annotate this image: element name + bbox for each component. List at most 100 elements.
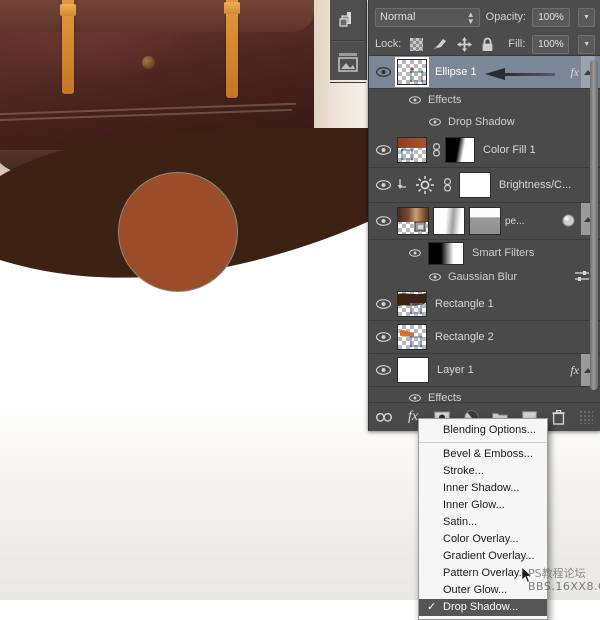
opacity-value: 100% [538,11,564,23]
menu-item-stroke[interactable]: Stroke... [419,463,547,480]
layer-thumbnail[interactable] [397,137,427,163]
layer-name[interactable]: Color Fill 1 [483,144,536,156]
lock-all-icon[interactable] [481,37,494,52]
layer-fx-badge[interactable]: fx [570,363,579,378]
layer-mask-thumbnail[interactable] [459,172,491,198]
layer-effects-group-layer-1[interactable]: Effects [369,387,600,402]
layer-mask-thumbnail[interactable] [433,207,465,235]
annotation-arrow [485,68,555,81]
small-shape-thumb-icon [400,330,423,348]
sphere-icon [562,214,575,227]
menu-item-gradient-overlay[interactable]: Gradient Overlay... [419,548,547,565]
menu-item-bevel-emboss[interactable]: Bevel & Emboss... [419,446,547,463]
menu-item-inner-shadow[interactable]: Inner Shadow... [419,480,547,497]
layer-thumbnail[interactable] [397,357,429,383]
wave-shape-thumb-icon [398,293,426,315]
folder-image-icon [338,53,358,72]
eye-icon [375,216,391,226]
backpack-buckle-left [60,4,76,16]
eye-icon [429,273,441,281]
layer-thumbnail[interactable] [397,324,427,350]
blend-mode-value: Normal [380,11,416,23]
menu-item-satin[interactable]: Satin... [419,514,547,531]
layer-row-rectangle-2[interactable]: Rectangle 2 [369,321,600,354]
layer-mask-link-icon[interactable] [441,177,453,193]
layer-name[interactable]: Rectangle 1 [435,298,494,310]
menu-item-label: Drop Shadow... [419,599,547,616]
layer-visibility-toggle[interactable] [369,56,397,88]
layer-style-sphere-icon[interactable] [562,214,575,232]
eye-icon [375,180,391,190]
layer-fx-badge[interactable]: fx [570,65,579,80]
layer-visibility-toggle[interactable] [369,288,397,320]
sliders-icon [575,271,589,281]
lock-transparent-pixels-icon[interactable] [410,37,424,51]
opacity-input[interactable]: 100% [532,7,570,27]
delete-layer-button[interactable] [550,409,566,425]
menu-item-drop-shadow[interactable]: Drop Shadow... ✓ [419,599,547,616]
layer-row-brightness-contrast[interactable]: Brightness/C... [369,168,600,203]
effect-visibility-toggle[interactable] [427,118,443,126]
smart-filters-label: Smart Filters [472,247,535,259]
dock-panel-folder[interactable] [330,41,366,83]
blend-mode-select[interactable]: Normal ▲ ▼ [375,7,480,27]
layer-name[interactable]: Rectangle 2 [435,331,494,343]
layer-visibility-toggle[interactable] [369,134,397,166]
dock-panel-history[interactable] [330,0,366,41]
lock-position-icon[interactable] [457,36,473,52]
smart-filters-visibility-toggle[interactable] [407,249,423,257]
link-layers-button[interactable] [376,409,392,425]
layer-visibility-toggle[interactable] [369,169,397,201]
layer-name[interactable]: Ellipse 1 [435,66,477,78]
layer-style-context-menu[interactable]: Blending Options... Bevel & Emboss... St… [418,418,548,620]
layers-scrollbar[interactable] [589,58,599,402]
filter-blending-options-icon[interactable] [575,270,589,285]
layer-effect-drop-shadow[interactable]: Drop Shadow [369,111,600,133]
layer-name[interactable]: pe... [505,216,524,227]
layer-row-layer-1[interactable]: Layer 1 fx [369,354,600,387]
layer-visibility-toggle[interactable] [369,354,397,386]
layer-effects-group-ellipse-1[interactable]: Effects [369,89,600,111]
lock-image-pixels-icon[interactable] [432,37,448,51]
layer-name[interactable]: Layer 1 [437,364,474,376]
layer-row-color-fill-1[interactable]: Color Fill 1 [369,133,600,168]
layer-list[interactable]: Ellipse 1 fx Effects Drop Shadow Color F… [369,56,600,402]
menu-item-label: Inner Glow... [443,499,505,511]
effects-visibility-toggle[interactable] [407,394,423,402]
menu-item-color-overlay[interactable]: Color Overlay... [419,531,547,548]
menu-item-inner-glow[interactable]: Inner Glow... [419,497,547,514]
effects-label: Effects [428,94,462,106]
layer-mask-link-icon[interactable] [430,142,442,158]
ellipse-shape[interactable] [118,172,238,292]
layer-thumbnail[interactable] [395,57,429,87]
layer-vector-mask-thumbnail[interactable] [469,207,501,235]
eye-icon [409,249,421,257]
fill-input[interactable]: 100% [532,34,570,54]
menu-item-blending-options[interactable]: Blending Options... [419,422,547,439]
effects-visibility-toggle[interactable] [407,96,423,104]
layer-row-smart-object[interactable]: pe... [369,203,600,240]
eye-icon [409,96,421,104]
layer-thumbnail[interactable] [397,207,429,235]
layers-scrollbar-thumb[interactable] [590,60,598,390]
smart-filters-group[interactable]: Smart Filters [369,240,600,266]
arrow-shaft [503,73,555,76]
fill-dropdown-icon[interactable]: ▼ [578,34,595,54]
layer-row-rectangle-1[interactable]: Rectangle 1 [369,288,600,321]
layer-name[interactable]: Brightness/C... [499,179,571,191]
mouse-cursor [521,566,533,584]
link-icon [376,412,392,422]
layers-panel: Normal ▲ ▼ Opacity: 100% ▼ Lock: Fill: 1… [368,0,600,431]
trash-icon [551,409,565,425]
menu-item-outer-glow[interactable]: Outer Glow... [419,582,547,599]
layer-mask-thumbnail[interactable] [445,137,475,163]
layer-thumbnail[interactable] [397,291,427,317]
smart-filter-mask-thumbnail[interactable] [428,241,464,265]
panel-resize-grip[interactable] [579,410,593,424]
layer-visibility-toggle[interactable] [369,321,397,353]
filter-visibility-toggle[interactable] [427,273,443,281]
layer-visibility-toggle[interactable] [369,205,397,237]
smart-filter-gaussian-blur[interactable]: Gaussian Blur [369,266,600,288]
opacity-dropdown-icon[interactable]: ▼ [578,7,595,27]
backpack-stud [142,56,155,69]
